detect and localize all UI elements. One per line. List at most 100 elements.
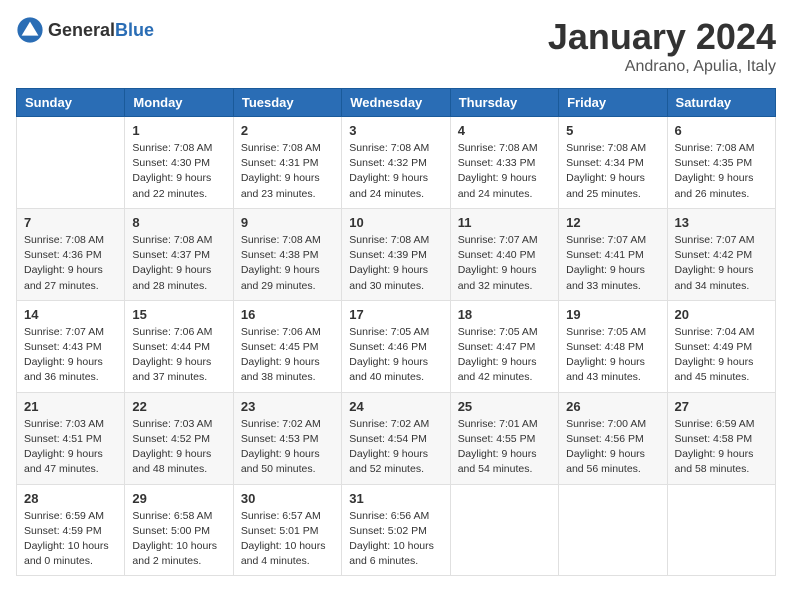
calendar-week-row: 28 Sunrise: 6:59 AMSunset: 4:59 PMDaylig… [17, 484, 776, 576]
calendar-cell: 25 Sunrise: 7:01 AMSunset: 4:55 PMDaylig… [450, 392, 558, 484]
day-number: 2 [241, 123, 334, 138]
weekday-header: Monday [125, 89, 233, 117]
day-info: Sunrise: 7:08 AMSunset: 4:30 PMDaylight:… [132, 141, 225, 202]
day-info: Sunrise: 7:05 AMSunset: 4:48 PMDaylight:… [566, 325, 659, 386]
day-info: Sunrise: 7:05 AMSunset: 4:47 PMDaylight:… [458, 325, 551, 386]
day-info: Sunrise: 7:07 AMSunset: 4:40 PMDaylight:… [458, 233, 551, 294]
calendar-cell: 5 Sunrise: 7:08 AMSunset: 4:34 PMDayligh… [559, 117, 667, 209]
day-number: 14 [24, 307, 117, 322]
calendar-cell: 18 Sunrise: 7:05 AMSunset: 4:47 PMDaylig… [450, 300, 558, 392]
calendar-cell: 19 Sunrise: 7:05 AMSunset: 4:48 PMDaylig… [559, 300, 667, 392]
day-number: 17 [349, 307, 442, 322]
day-number: 22 [132, 399, 225, 414]
day-info: Sunrise: 7:08 AMSunset: 4:34 PMDaylight:… [566, 141, 659, 202]
day-number: 7 [24, 215, 117, 230]
day-info: Sunrise: 7:01 AMSunset: 4:55 PMDaylight:… [458, 417, 551, 478]
day-info: Sunrise: 7:08 AMSunset: 4:37 PMDaylight:… [132, 233, 225, 294]
weekday-header: Saturday [667, 89, 775, 117]
day-info: Sunrise: 7:02 AMSunset: 4:53 PMDaylight:… [241, 417, 334, 478]
day-number: 15 [132, 307, 225, 322]
calendar-week-row: 1 Sunrise: 7:08 AMSunset: 4:30 PMDayligh… [17, 117, 776, 209]
day-number: 26 [566, 399, 659, 414]
day-info: Sunrise: 7:07 AMSunset: 4:41 PMDaylight:… [566, 233, 659, 294]
day-info: Sunrise: 7:08 AMSunset: 4:39 PMDaylight:… [349, 233, 442, 294]
day-number: 10 [349, 215, 442, 230]
calendar-cell: 31 Sunrise: 6:56 AMSunset: 5:02 PMDaylig… [342, 484, 450, 576]
day-info: Sunrise: 7:07 AMSunset: 4:42 PMDaylight:… [675, 233, 768, 294]
calendar-cell: 15 Sunrise: 7:06 AMSunset: 4:44 PMDaylig… [125, 300, 233, 392]
calendar-table: SundayMondayTuesdayWednesdayThursdayFrid… [16, 88, 776, 576]
calendar-cell: 28 Sunrise: 6:59 AMSunset: 4:59 PMDaylig… [17, 484, 125, 576]
calendar-cell: 21 Sunrise: 7:03 AMSunset: 4:51 PMDaylig… [17, 392, 125, 484]
day-number: 8 [132, 215, 225, 230]
calendar-cell [559, 484, 667, 576]
day-info: Sunrise: 7:08 AMSunset: 4:33 PMDaylight:… [458, 141, 551, 202]
logo-text-blue: Blue [115, 20, 154, 40]
weekday-header: Wednesday [342, 89, 450, 117]
day-number: 19 [566, 307, 659, 322]
day-number: 25 [458, 399, 551, 414]
day-number: 24 [349, 399, 442, 414]
calendar-cell: 20 Sunrise: 7:04 AMSunset: 4:49 PMDaylig… [667, 300, 775, 392]
calendar-cell: 7 Sunrise: 7:08 AMSunset: 4:36 PMDayligh… [17, 208, 125, 300]
day-info: Sunrise: 6:59 AMSunset: 4:58 PMDaylight:… [675, 417, 768, 478]
logo: GeneralBlue [16, 16, 154, 44]
day-number: 18 [458, 307, 551, 322]
day-info: Sunrise: 6:57 AMSunset: 5:01 PMDaylight:… [241, 509, 334, 570]
day-number: 23 [241, 399, 334, 414]
calendar-cell: 10 Sunrise: 7:08 AMSunset: 4:39 PMDaylig… [342, 208, 450, 300]
day-info: Sunrise: 7:06 AMSunset: 4:45 PMDaylight:… [241, 325, 334, 386]
day-number: 5 [566, 123, 659, 138]
calendar-week-row: 21 Sunrise: 7:03 AMSunset: 4:51 PMDaylig… [17, 392, 776, 484]
calendar-cell: 14 Sunrise: 7:07 AMSunset: 4:43 PMDaylig… [17, 300, 125, 392]
calendar-cell: 4 Sunrise: 7:08 AMSunset: 4:33 PMDayligh… [450, 117, 558, 209]
calendar-subtitle: Andrano, Apulia, Italy [548, 58, 776, 76]
calendar-cell [17, 117, 125, 209]
day-info: Sunrise: 6:59 AMSunset: 4:59 PMDaylight:… [24, 509, 117, 570]
day-number: 4 [458, 123, 551, 138]
day-number: 13 [675, 215, 768, 230]
calendar-cell: 27 Sunrise: 6:59 AMSunset: 4:58 PMDaylig… [667, 392, 775, 484]
calendar-cell: 17 Sunrise: 7:05 AMSunset: 4:46 PMDaylig… [342, 300, 450, 392]
weekday-header: Tuesday [233, 89, 341, 117]
day-number: 16 [241, 307, 334, 322]
calendar-title: January 2024 [548, 16, 776, 58]
calendar-cell: 8 Sunrise: 7:08 AMSunset: 4:37 PMDayligh… [125, 208, 233, 300]
day-number: 9 [241, 215, 334, 230]
calendar-cell: 2 Sunrise: 7:08 AMSunset: 4:31 PMDayligh… [233, 117, 341, 209]
day-info: Sunrise: 7:06 AMSunset: 4:44 PMDaylight:… [132, 325, 225, 386]
day-number: 20 [675, 307, 768, 322]
day-info: Sunrise: 7:08 AMSunset: 4:36 PMDaylight:… [24, 233, 117, 294]
calendar-cell: 22 Sunrise: 7:03 AMSunset: 4:52 PMDaylig… [125, 392, 233, 484]
day-number: 12 [566, 215, 659, 230]
day-number: 28 [24, 491, 117, 506]
day-info: Sunrise: 7:03 AMSunset: 4:52 PMDaylight:… [132, 417, 225, 478]
calendar-cell: 12 Sunrise: 7:07 AMSunset: 4:41 PMDaylig… [559, 208, 667, 300]
weekday-header: Sunday [17, 89, 125, 117]
day-info: Sunrise: 7:08 AMSunset: 4:35 PMDaylight:… [675, 141, 768, 202]
calendar-cell: 24 Sunrise: 7:02 AMSunset: 4:54 PMDaylig… [342, 392, 450, 484]
day-info: Sunrise: 7:08 AMSunset: 4:31 PMDaylight:… [241, 141, 334, 202]
weekday-header: Friday [559, 89, 667, 117]
calendar-cell: 13 Sunrise: 7:07 AMSunset: 4:42 PMDaylig… [667, 208, 775, 300]
weekday-header-row: SundayMondayTuesdayWednesdayThursdayFrid… [17, 89, 776, 117]
calendar-cell: 29 Sunrise: 6:58 AMSunset: 5:00 PMDaylig… [125, 484, 233, 576]
title-block: January 2024 Andrano, Apulia, Italy [548, 16, 776, 76]
logo-text-general: General [48, 20, 115, 40]
calendar-cell: 3 Sunrise: 7:08 AMSunset: 4:32 PMDayligh… [342, 117, 450, 209]
day-number: 31 [349, 491, 442, 506]
page-header: GeneralBlue January 2024 Andrano, Apulia… [16, 16, 776, 76]
day-info: Sunrise: 7:04 AMSunset: 4:49 PMDaylight:… [675, 325, 768, 386]
calendar-week-row: 7 Sunrise: 7:08 AMSunset: 4:36 PMDayligh… [17, 208, 776, 300]
weekday-header: Thursday [450, 89, 558, 117]
day-number: 30 [241, 491, 334, 506]
day-number: 11 [458, 215, 551, 230]
day-info: Sunrise: 7:08 AMSunset: 4:38 PMDaylight:… [241, 233, 334, 294]
day-info: Sunrise: 7:00 AMSunset: 4:56 PMDaylight:… [566, 417, 659, 478]
calendar-cell [450, 484, 558, 576]
calendar-cell: 11 Sunrise: 7:07 AMSunset: 4:40 PMDaylig… [450, 208, 558, 300]
day-number: 29 [132, 491, 225, 506]
day-info: Sunrise: 7:07 AMSunset: 4:43 PMDaylight:… [24, 325, 117, 386]
calendar-cell [667, 484, 775, 576]
day-info: Sunrise: 6:58 AMSunset: 5:00 PMDaylight:… [132, 509, 225, 570]
